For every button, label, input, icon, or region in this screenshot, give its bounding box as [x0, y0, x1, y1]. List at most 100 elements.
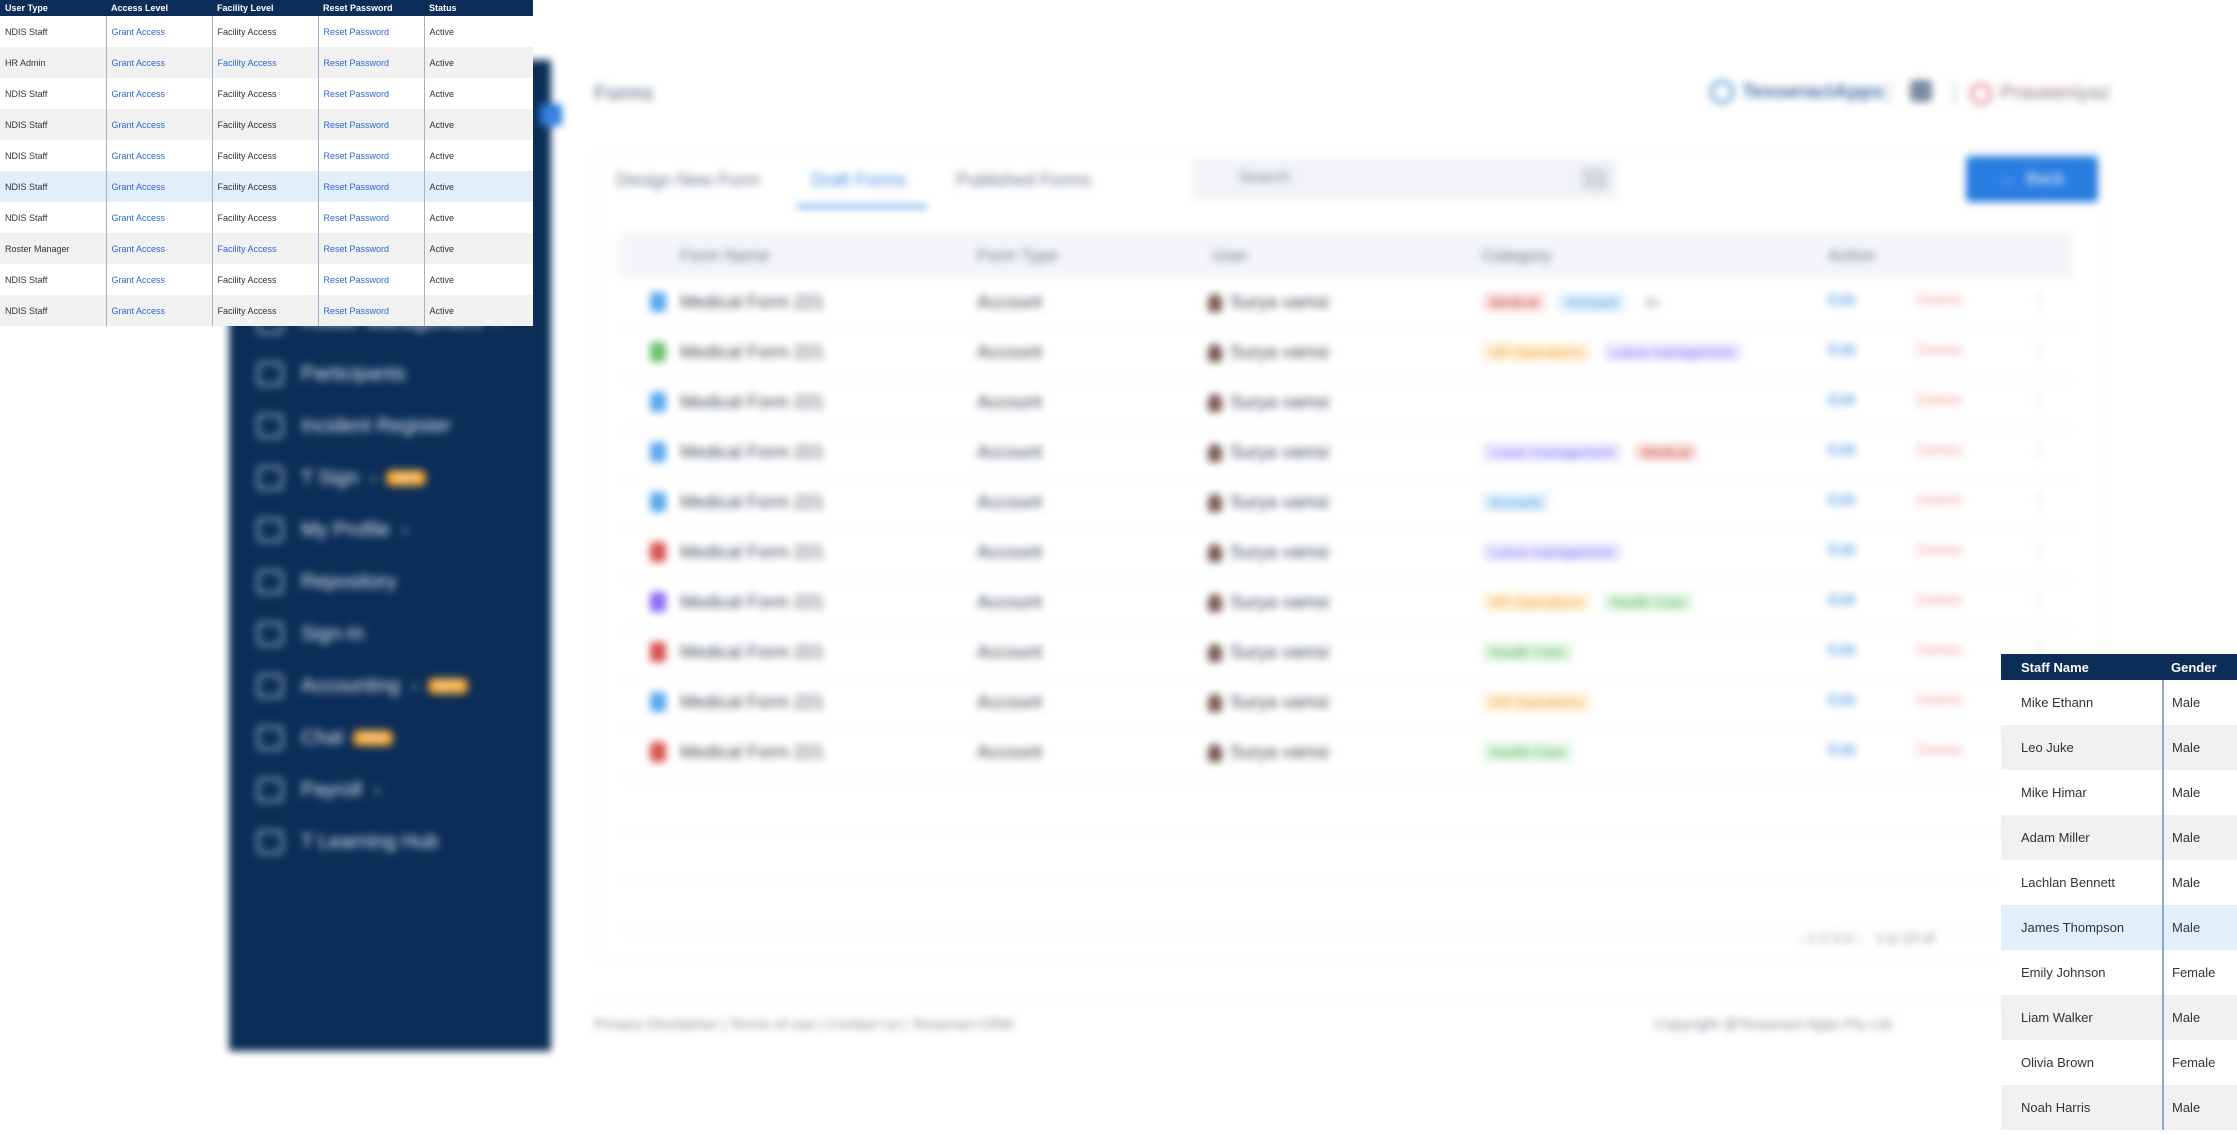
reset-password-link[interactable]: Reset Password [318, 264, 425, 295]
facility-access-cell: Facility Access [212, 16, 319, 47]
search-input[interactable]: Search [1193, 158, 1618, 200]
grant-access-link[interactable]: Grant Access [106, 16, 213, 47]
table-row[interactable]: Medical Form 221 Account Surya vamsi Leave … [620, 428, 2073, 479]
grant-access-link[interactable]: Grant Access [106, 171, 213, 202]
pagination[interactable]: ‹ 1 2 3 4 › 1 to 10 of [1800, 930, 1934, 946]
user-menu[interactable]: Praveeniyaz [1970, 82, 2110, 105]
tab-draft-forms[interactable]: Draft Forms [811, 170, 906, 191]
more-options-icon[interactable]: ⋮ [2030, 390, 2048, 411]
delete-link[interactable]: Delete [1916, 592, 1962, 610]
edit-link[interactable]: Edit [1828, 592, 1856, 610]
delete-link[interactable]: Delete [1916, 542, 1962, 560]
sidebar-item-4[interactable]: My Profile › [257, 510, 408, 550]
reset-password-link[interactable]: Reset Password [318, 171, 425, 202]
sidebar-item-1[interactable]: Participants [257, 354, 406, 394]
delete-link[interactable]: Delete [1916, 292, 1962, 310]
grant-access-link[interactable]: Grant Access [106, 264, 213, 295]
avatar-icon [1970, 82, 1992, 105]
edit-link[interactable]: Edit [1828, 692, 1856, 710]
form-name: Medical Form 221 [680, 692, 825, 712]
delete-link[interactable]: Delete [1916, 392, 1962, 410]
facility-access-link[interactable]: Facility Access [212, 47, 319, 78]
reset-password-link[interactable]: Reset Password [318, 202, 425, 233]
more-options-icon[interactable]: ⋮ [2030, 440, 2048, 461]
edit-link[interactable]: Edit [1828, 442, 1856, 460]
edit-link[interactable]: Edit [1828, 492, 1856, 510]
reset-password-link[interactable]: Reset Password [318, 78, 425, 109]
table-row[interactable]: Medical Form 221 Account Surya vamsi Health… [620, 728, 2073, 779]
table-row[interactable]: Medical Form 221 Account Surya vamsi HR Ope… [620, 328, 2073, 379]
edit-link[interactable]: Edit [1828, 292, 1856, 310]
grant-access-link[interactable]: Grant Access [106, 78, 213, 109]
sidebar-item-6[interactable]: Sign-In [257, 614, 364, 654]
delete-link[interactable]: Delete [1916, 342, 1962, 360]
edit-link[interactable]: Edit [1828, 542, 1856, 560]
table-row[interactable]: Noah Harris Male [2001, 1085, 2237, 1130]
sidebar-item-9[interactable]: Payroll › [257, 770, 380, 810]
edit-link[interactable]: Edit [1828, 642, 1856, 660]
reset-password-link[interactable]: Reset Password [318, 47, 425, 78]
sidebar-collapse-toggle[interactable]: › [540, 104, 562, 126]
back-button[interactable]: ← Back [1966, 156, 2098, 202]
grant-access-link[interactable]: Grant Access [106, 295, 213, 326]
status-cell: Active [424, 295, 533, 326]
reset-password-link[interactable]: Reset Password [318, 140, 425, 171]
delete-link[interactable]: Delete [1916, 642, 1962, 660]
sidebar-item-10[interactable]: T Learning Hub [257, 822, 439, 862]
more-options-icon[interactable]: ⋮ [2030, 290, 2048, 311]
sidebar-item-7[interactable]: Accounting › NEW [257, 666, 468, 706]
tab-published-forms[interactable]: Published Forms [956, 170, 1091, 191]
table-row[interactable]: Medical Form 221 Account Surya vamsi HR Ope… [620, 678, 2073, 729]
more-options-icon[interactable]: ⋮ [2030, 590, 2048, 611]
table-row[interactable]: Medical Form 221 Account Surya vamsi Health… [620, 628, 2073, 679]
reset-password-link[interactable]: Reset Password [318, 233, 425, 264]
table-row[interactable]: Leo Juke Male [2001, 725, 2237, 770]
grant-access-link[interactable]: Grant Access [106, 202, 213, 233]
sidebar-item-8[interactable]: Chat NEW [257, 718, 393, 758]
edit-link[interactable]: Edit [1828, 342, 1856, 360]
user-type-cell: NDIS Staff [0, 140, 107, 171]
delete-link[interactable]: Delete [1916, 442, 1962, 460]
reset-password-link[interactable]: Reset Password [318, 295, 425, 326]
table-row[interactable]: Adam Miller Male [2001, 815, 2237, 860]
table-row[interactable]: Medical Form 221 Account Surya vamsi Leave … [620, 528, 2073, 579]
table-row[interactable]: Mike Himar Male [2001, 770, 2237, 815]
tab-design-new-form[interactable]: Design New Form [616, 170, 760, 191]
delete-link[interactable]: Delete [1916, 692, 1962, 710]
table-row[interactable]: Lachlan Bennett Male [2001, 860, 2237, 905]
table-row[interactable]: Medical Form 221 Account Surya vamsi Edit De… [620, 378, 2073, 429]
table-row[interactable]: Liam Walker Male [2001, 995, 2237, 1040]
sidebar-item-3[interactable]: T Sign › NEW [257, 458, 427, 498]
edit-link[interactable]: Edit [1828, 742, 1856, 760]
table-row[interactable]: Medical Form 221 Account Surya vamsi HR Ope… [620, 578, 2073, 629]
sidebar-item-5[interactable]: Repository [257, 562, 397, 602]
table-row[interactable]: Emily Johnson Female [2001, 950, 2237, 995]
notification-icon[interactable] [1910, 80, 1932, 102]
delete-link[interactable]: Delete [1916, 742, 1962, 760]
grant-access-link[interactable]: Grant Access [106, 140, 213, 171]
grant-access-link[interactable]: Grant Access [106, 109, 213, 140]
grant-access-link[interactable]: Grant Access [106, 47, 213, 78]
table-row[interactable]: Medical Form 221 Account Surya vamsi Medica… [620, 278, 2073, 329]
edit-link[interactable]: Edit [1828, 392, 1856, 410]
table-row[interactable]: Medical Form 221 Account Surya vamsi Accoun… [620, 478, 2073, 529]
delete-link[interactable]: Delete [1916, 492, 1962, 510]
reset-password-link[interactable]: Reset Password [318, 109, 425, 140]
table-row[interactable]: James Thompson Male [2001, 905, 2237, 950]
more-options-icon[interactable]: ⋮ [2030, 340, 2048, 361]
grant-access-link[interactable]: Grant Access [106, 233, 213, 264]
sidebar-item-label: Incident Register [301, 414, 452, 437]
more-options-icon[interactable]: ⋮ [2030, 540, 2048, 561]
brand-icon [1710, 80, 1734, 104]
header-staff-name: Staff Name [2001, 654, 2163, 680]
pagination-pages[interactable]: ‹ 1 2 3 4 › [1800, 930, 1860, 946]
file-icon [650, 342, 666, 362]
table-row[interactable]: Mike Ethann Male [2001, 680, 2237, 725]
footer-links[interactable]: Privacy Disclaimer | Terms of use | Cont… [594, 1016, 1014, 1033]
facility-access-link[interactable]: Facility Access [212, 233, 319, 264]
more-options-icon[interactable]: ⋮ [2030, 490, 2048, 511]
search-icon[interactable] [1582, 168, 1608, 190]
table-row[interactable]: Olivia Brown Female [2001, 1040, 2237, 1085]
sidebar-item-2[interactable]: Incident Register [257, 406, 451, 446]
reset-password-link[interactable]: Reset Password [318, 16, 425, 47]
